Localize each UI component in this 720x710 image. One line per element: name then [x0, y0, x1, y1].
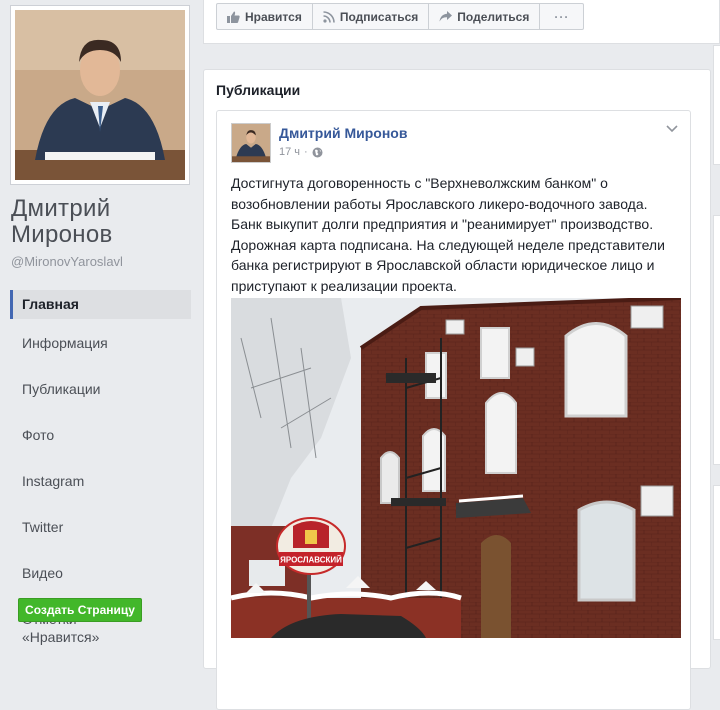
page-username[interactable]: @MironovYaroslavl [11, 254, 123, 269]
nav-item-video[interactable]: Видео [10, 557, 126, 589]
post-meta: 17 ч · [279, 146, 323, 158]
more-dots-icon: ··· [554, 9, 570, 24]
create-page-button[interactable]: Создать Страницу [18, 598, 142, 622]
post: Дмитрий Миронов 17 ч · Достигнута догово… [216, 110, 691, 710]
page-title[interactable]: Дмитрий Миронов [11, 196, 196, 248]
nav-item-home[interactable]: Главная [10, 290, 191, 319]
page-actions-bar: Нравится Подписаться Поделиться ··· [203, 0, 720, 44]
like-button[interactable]: Нравится [216, 3, 313, 30]
post-text: Достигнута договоренность с "Верхневолжс… [231, 175, 665, 294]
globe-icon[interactable] [312, 147, 323, 158]
nav-item-info[interactable]: Информация [10, 327, 126, 359]
post-timestamp[interactable]: 17 ч [279, 146, 300, 158]
nav-item-instagram[interactable]: Instagram [10, 465, 126, 497]
publications-card: Публикации Дмитрий Миронов 17 ч · Достиг… [203, 69, 711, 710]
chevron-down-icon[interactable] [666, 125, 678, 133]
rss-icon [323, 10, 335, 23]
post-author-avatar[interactable] [231, 123, 271, 163]
share-arrow-icon [439, 11, 453, 22]
nav-item-photos[interactable]: Фото [10, 419, 126, 451]
profile-photo [15, 10, 185, 180]
subscribe-label: Подписаться [339, 9, 419, 24]
subscribe-button[interactable]: Подписаться [311, 3, 430, 30]
post-photo[interactable]: ЯРОСЛАВСКИЙ [231, 298, 681, 638]
left-column: Дмитрий Миронов @MironovYaroslavl Главна… [0, 0, 200, 645]
thumbs-up-icon [227, 11, 240, 23]
share-button[interactable]: Поделиться [428, 3, 541, 30]
sign-text: ЯРОСЛАВСКИЙ [280, 556, 342, 565]
profile-picture[interactable] [10, 5, 190, 185]
nav-item-twitter[interactable]: Twitter [10, 511, 126, 543]
more-options-button[interactable]: ··· [539, 3, 585, 30]
publications-heading: Публикации [216, 82, 301, 98]
post-author-name[interactable]: Дмитрий Миронов [279, 125, 407, 141]
nav-item-posts[interactable]: Публикации [10, 373, 126, 405]
share-label: Поделиться [457, 9, 530, 24]
right-column-edge [713, 0, 720, 640]
like-label: Нравится [245, 9, 302, 24]
meta-separator: · [304, 146, 308, 158]
